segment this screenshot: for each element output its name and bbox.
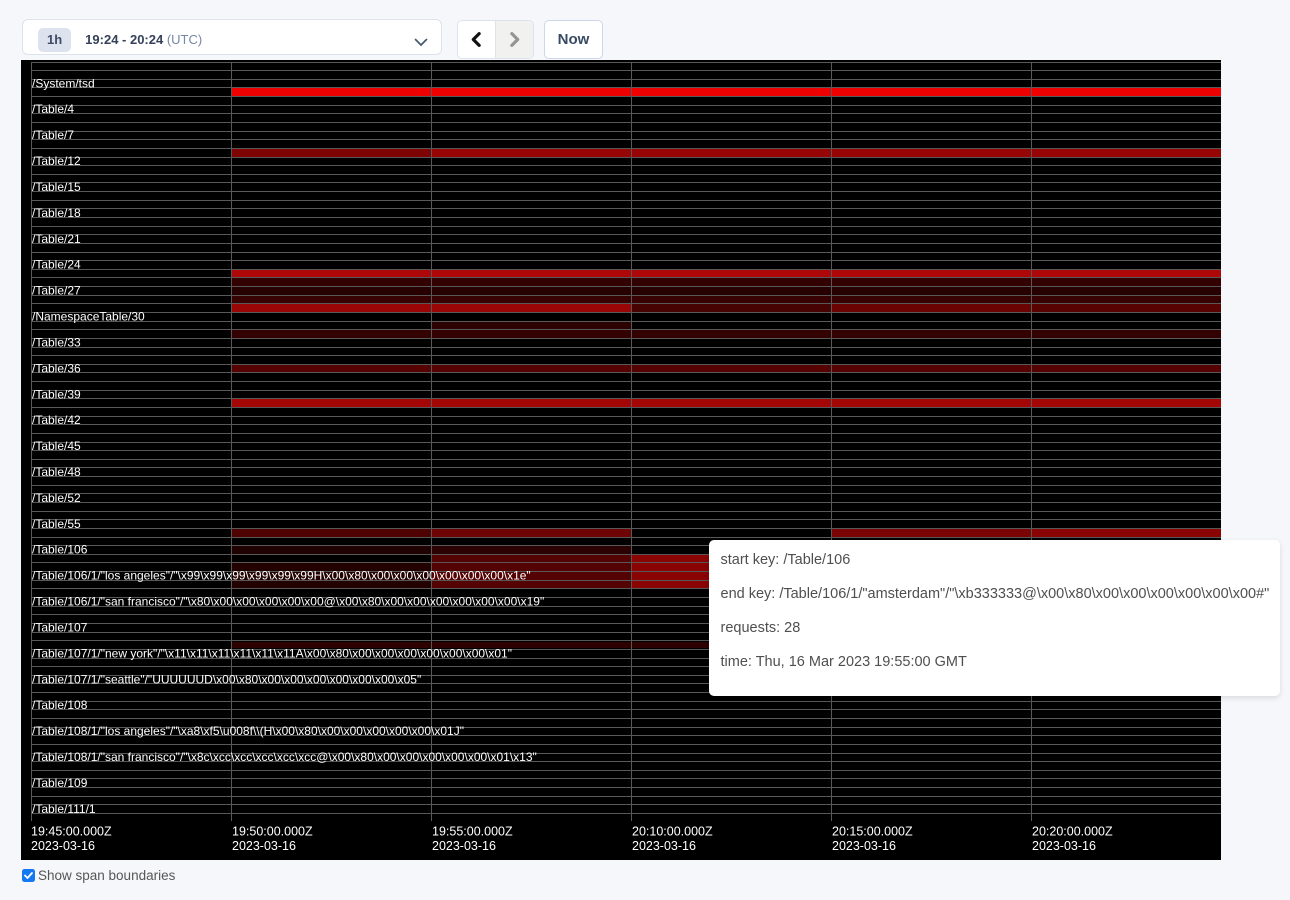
svg-text:/Table/45: /Table/45: [32, 439, 81, 453]
svg-text:/Table/106/1/"los angeles"/"\x: /Table/106/1/"los angeles"/"\x99\x99\x99…: [32, 569, 531, 583]
svg-text:/Table/42: /Table/42: [32, 413, 81, 427]
svg-text:/Table/4: /Table/4: [32, 102, 74, 116]
svg-text:/Table/107/1/"seattle"/"UUUUUU: /Table/107/1/"seattle"/"UUUUUUD\x00\x80\…: [32, 672, 421, 686]
svg-text:/Table/48: /Table/48: [32, 465, 81, 479]
svg-text:2023-03-16: 2023-03-16: [832, 839, 896, 853]
svg-text:/NamespaceTable/30: /NamespaceTable/30: [32, 310, 145, 324]
svg-text:19:55:00.000Z: 19:55:00.000Z: [432, 825, 513, 839]
svg-text:2023-03-16: 2023-03-16: [1032, 839, 1096, 853]
svg-text:/Table/107: /Table/107: [32, 621, 88, 635]
svg-text:20:15:00.000Z: 20:15:00.000Z: [832, 825, 913, 839]
svg-text:/Table/109: /Table/109: [32, 776, 88, 790]
svg-text:/Table/52: /Table/52: [32, 491, 81, 505]
svg-text:2023-03-16: 2023-03-16: [432, 839, 496, 853]
svg-text:/Table/21: /Table/21: [32, 232, 81, 246]
svg-text:2023-03-16: 2023-03-16: [632, 839, 696, 853]
svg-text:/Table/108/1/"san francisco"/": /Table/108/1/"san francisco"/"\x8c\xcc\x…: [32, 750, 537, 764]
svg-text:/Table/55: /Table/55: [32, 517, 81, 531]
svg-text:/Table/18: /Table/18: [32, 206, 81, 220]
svg-text:2023-03-16: 2023-03-16: [31, 839, 95, 853]
svg-text:/Table/33: /Table/33: [32, 335, 81, 349]
svg-text:/Table/108/1/"los angeles"/"\x: /Table/108/1/"los angeles"/"\xa8\xf5\u00…: [32, 724, 464, 738]
svg-text:/Table/27: /Table/27: [32, 284, 81, 298]
svg-text:/Table/108: /Table/108: [32, 698, 88, 712]
svg-text:/Table/107/1/"new york"/"\x11\: /Table/107/1/"new york"/"\x11\x11\x11\x1…: [32, 646, 512, 660]
svg-text:/Table/39: /Table/39: [32, 387, 81, 401]
svg-text:19:45:00.000Z: 19:45:00.000Z: [31, 825, 112, 839]
svg-text:/Table/106: /Table/106: [32, 543, 88, 557]
svg-text:/Table/106/1/"san francisco"/": /Table/106/1/"san francisco"/"\x80\x00\x…: [32, 595, 544, 609]
svg-text:/Table/7: /Table/7: [32, 128, 74, 142]
svg-text:/System/tsd: /System/tsd: [32, 76, 95, 90]
svg-text:/Table/24: /Table/24: [32, 258, 81, 272]
svg-text:/Table/12: /Table/12: [32, 154, 81, 168]
svg-text:/Table/15: /Table/15: [32, 180, 81, 194]
svg-text:19:50:00.000Z: 19:50:00.000Z: [232, 825, 313, 839]
svg-text:/Table/111/1: /Table/111/1: [32, 802, 96, 816]
svg-text:20:20:00.000Z: 20:20:00.000Z: [1032, 825, 1113, 839]
svg-text:20:10:00.000Z: 20:10:00.000Z: [632, 825, 713, 839]
svg-text:2023-03-16: 2023-03-16: [232, 839, 296, 853]
svg-text:/Table/36: /Table/36: [32, 361, 81, 375]
